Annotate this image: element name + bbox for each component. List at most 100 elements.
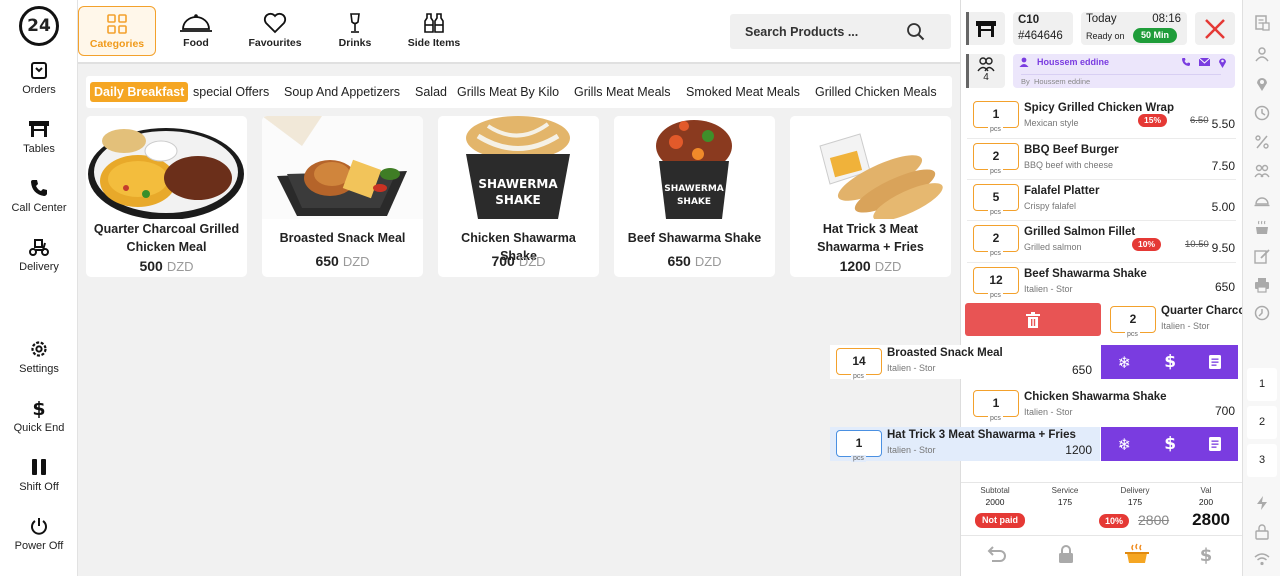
dollar-icon[interactable]: $ — [1164, 352, 1176, 372]
undo-icon[interactable] — [987, 545, 1007, 563]
lock-icon[interactable] — [1058, 545, 1074, 563]
note-icon[interactable] — [1209, 355, 1222, 369]
subcategory-daily-breakfast[interactable]: Daily Breakfast — [90, 82, 189, 102]
table-button[interactable] — [967, 12, 1005, 45]
percent-icon[interactable] — [1254, 134, 1270, 150]
product-card[interactable]: Broasted Snack Meal 650 DZD — [262, 116, 423, 277]
receipt-icon[interactable] — [1254, 15, 1270, 31]
lightning-icon[interactable] — [1254, 495, 1270, 511]
cloche-icon[interactable] — [1254, 193, 1270, 207]
search-icon[interactable] — [906, 22, 925, 41]
quantity-box[interactable]: 14 pcs — [836, 348, 882, 380]
clock-icon[interactable] — [1254, 105, 1270, 121]
product-card[interactable]: Quarter Charcoal Grilled Chicken Meal 50… — [86, 116, 247, 277]
quantity-box[interactable]: 5 pcs — [973, 184, 1019, 216]
printer-icon[interactable] — [1254, 277, 1270, 293]
quantity-box[interactable]: 2 pcs — [1110, 306, 1156, 338]
snowflake-icon[interactable]: ❄ — [1118, 353, 1131, 372]
sidebar-item-power-off[interactable]: Power Off — [0, 516, 78, 552]
mail-icon[interactable] — [1199, 57, 1210, 67]
page-button-1[interactable]: 1 — [1247, 368, 1277, 401]
product-card[interactable]: Hat Trick 3 Meat Shawarma + Fries 1200 DZ… — [790, 116, 951, 277]
order-item[interactable]: 2 pcs Grilled Salmon Fillet Grilled salmo… — [961, 221, 1243, 262]
tab-side-items[interactable]: Side Items — [404, 6, 464, 56]
price-currency: DZD — [342, 254, 370, 269]
product-name: Broasted Snack Meal — [279, 231, 406, 245]
user-icon[interactable] — [1254, 46, 1270, 62]
sidebar-item-quick-end[interactable]: $ Quick End — [0, 398, 78, 434]
order-item[interactable]: 1 pcs Spicy Grilled Chicken Wrap Mexican … — [961, 97, 1243, 138]
order-item[interactable]: 12 pcs Beef Shawarma Shake Italien - Stor… — [961, 263, 1243, 304]
subcategory-smoked-meat[interactable]: Smoked Meat Meals — [682, 82, 804, 102]
cooking-pot-icon[interactable] — [1254, 220, 1270, 236]
sidebar-item-label: Settings — [19, 363, 59, 375]
location-icon[interactable] — [1218, 57, 1227, 68]
tab-food[interactable]: Food — [170, 6, 222, 56]
order-item[interactable]: 5 pcs Falafel Platter Crispy falafel 5.00 — [961, 180, 1243, 221]
wifi-icon[interactable] — [1254, 552, 1270, 566]
sidebar-item-settings[interactable]: Settings — [0, 339, 78, 375]
quantity-box[interactable]: 2 pcs — [973, 225, 1019, 257]
quantity-box[interactable]: 2 pcs — [973, 143, 1019, 175]
customer-box[interactable]: Houssem eddine By Houssem eddine — [1013, 54, 1235, 88]
grid-icon — [107, 14, 127, 34]
old-price: 6.50 — [1190, 115, 1209, 126]
item-name: Chicken Shawarma Shake — [1024, 391, 1167, 403]
tab-label: Categories — [89, 38, 145, 50]
quantity-box[interactable]: 12 pcs — [973, 267, 1019, 299]
sidebar-item-call-center[interactable]: Call Center — [0, 178, 78, 214]
order-item[interactable]: 1 pcs Chicken Shawarma Shake Italien - St… — [961, 386, 1243, 427]
product-price: 1200 DZD — [790, 258, 951, 274]
val-value: 200 — [1198, 497, 1214, 507]
dollar-icon: $ — [32, 398, 45, 418]
note-icon[interactable] — [1209, 437, 1222, 451]
tab-drinks[interactable]: Drinks — [332, 6, 378, 56]
quantity-unit: pcs — [851, 373, 866, 380]
order-item[interactable]: 2 pcs BBQ Beef Burger BBQ beef with chees… — [961, 139, 1243, 180]
pay-icon[interactable]: $ — [1199, 544, 1213, 564]
guests-box[interactable]: 4 — [967, 54, 1005, 88]
order-item-swiped[interactable]: 14 pcs Broasted Snack Meal Italien - Stor… — [830, 345, 1100, 380]
subcategory-salad[interactable]: Salad — [411, 82, 451, 102]
quantity-box[interactable]: 1 pcs — [973, 101, 1019, 133]
service-value: 175 — [1057, 497, 1073, 507]
lock-icon[interactable] — [1254, 524, 1270, 540]
subcategory-grills-meals[interactable]: Grills Meat Meals — [570, 82, 675, 102]
location-icon[interactable] — [1254, 76, 1270, 92]
subcategory-special-offers[interactable]: special Offers — [189, 82, 273, 102]
tab-favourites[interactable]: Favourites — [246, 6, 304, 56]
product-card[interactable]: SHAWERMA SHAKE Beef Shawarma Shake 650 DZD — [614, 116, 775, 277]
sidebar-item-shift-off[interactable]: Shift Off — [0, 457, 78, 493]
sidebar-item-orders[interactable]: Orders — [0, 60, 78, 96]
sidebar-item-delivery[interactable]: Delivery — [0, 237, 78, 273]
price-value: 650 — [667, 253, 691, 269]
page-button-3[interactable]: 3 — [1247, 444, 1277, 477]
users-icon[interactable] — [1254, 163, 1270, 179]
quantity-box[interactable]: 1 pcs — [836, 430, 882, 462]
order-item[interactable]: 2 pcs Quarter Charcoal Grilled Chicken Me… — [1107, 303, 1243, 339]
delete-item-button[interactable] — [965, 303, 1101, 336]
subcategory-soup[interactable]: Soup And Appetizers — [280, 82, 404, 102]
phone-icon[interactable] — [1181, 57, 1191, 67]
item-price: 650 — [1214, 280, 1235, 294]
page-button-2[interactable]: 2 — [1247, 406, 1277, 439]
close-order-button[interactable] — [1195, 12, 1235, 45]
edit-icon[interactable] — [1254, 248, 1270, 264]
search-input[interactable]: Search Products ... — [730, 14, 951, 49]
snowflake-icon[interactable]: ❄ — [1118, 435, 1131, 454]
discount-badge: 15% — [1138, 114, 1168, 127]
cooking-pot-icon[interactable] — [1125, 543, 1149, 565]
history-icon[interactable] — [1254, 305, 1270, 321]
order-item-swiped[interactable]: 1 pcs Hat Trick 3 Meat Shawarma + Fries I… — [830, 427, 1100, 462]
product-card[interactable]: SHAWERMA SHAKE Chicken Shawarma Shake 700… — [438, 116, 599, 277]
item-name: Quarter Charcoal Grilled Chicken Meal — [1161, 305, 1243, 317]
quantity-value: 12 — [989, 273, 1003, 287]
subcategory-grilled-chicken[interactable]: Grilled Chicken Meals — [811, 82, 941, 102]
product-price: 650 DZD — [262, 253, 423, 269]
dollar-icon[interactable]: $ — [1164, 434, 1176, 454]
tab-categories[interactable]: Categories — [78, 6, 156, 56]
subcategory-grills-kilo[interactable]: Grills Meat By Kilo — [453, 82, 563, 102]
order-panel: C10 #464646 Today 08:16 Ready on 50 Min … — [960, 0, 1243, 576]
sidebar-item-tables[interactable]: Tables — [0, 119, 78, 155]
quantity-box[interactable]: 1 pcs — [973, 390, 1019, 422]
